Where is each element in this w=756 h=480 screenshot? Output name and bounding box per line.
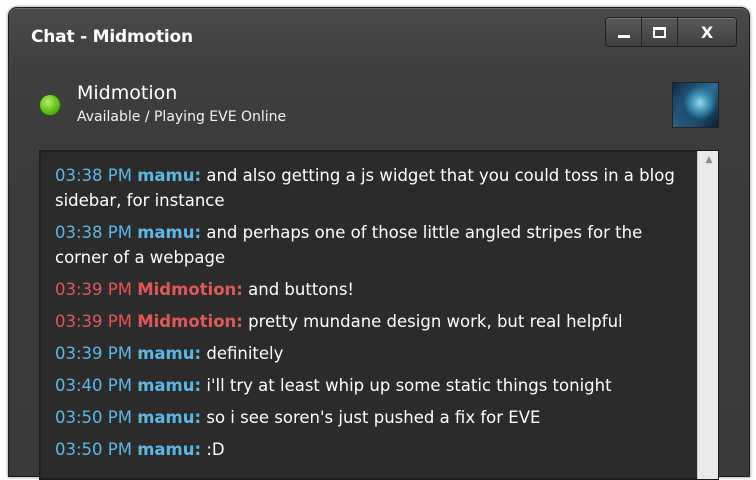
message-text: :D (206, 440, 225, 459)
scroll-up-arrow-icon[interactable]: ▲ (698, 151, 718, 169)
message-timestamp: 03:39 PM (55, 312, 132, 331)
chat-message: 03:50 PM mamu: so i see soren's just pus… (55, 405, 685, 430)
message-text: so i see soren's just pushed a fix for E… (206, 408, 541, 427)
message-timestamp: 03:50 PM (55, 440, 132, 459)
message-sender: mamu: (137, 440, 202, 459)
minimize-button[interactable] (606, 18, 642, 46)
window-title: Chat - Midmotion (31, 27, 193, 47)
chat-message: 03:39 PM Midmotion: pretty mundane desig… (55, 309, 685, 334)
message-sender: Midmotion: (137, 280, 243, 299)
contact-header: Midmotion Available / Playing EVE Online (9, 68, 749, 138)
message-sender: mamu: (137, 166, 202, 185)
message-timestamp: 03:40 PM (55, 376, 132, 395)
window-controls: X (605, 17, 737, 47)
message-sender: mamu: (137, 223, 202, 242)
scrollbar[interactable]: ▲ (697, 151, 718, 479)
message-sender: mamu: (137, 344, 202, 363)
minimize-icon (617, 35, 630, 38)
chat-window: Chat - Midmotion X Midmotion Available /… (8, 7, 750, 480)
chat-message: 03:40 PM mamu: i'll try at least whip up… (55, 373, 685, 398)
close-button[interactable]: X (678, 18, 736, 46)
message-list: 03:38 PM mamu: and also getting a js wid… (55, 163, 685, 469)
message-timestamp: 03:39 PM (55, 344, 132, 363)
message-text: i'll try at least whip up some static th… (206, 376, 612, 395)
message-sender: Midmotion: (137, 312, 243, 331)
close-icon: X (700, 22, 714, 42)
chat-message: 03:50 PM mamu: :D (55, 437, 685, 462)
chat-message: 03:39 PM Midmotion: and buttons! (55, 277, 685, 302)
message-sender: mamu: (137, 408, 202, 427)
message-timestamp: 03:38 PM (55, 223, 132, 242)
contact-status: Available / Playing EVE Online (77, 109, 287, 125)
chat-message: 03:39 PM mamu: definitely (55, 341, 685, 366)
maximize-icon (653, 26, 666, 38)
message-timestamp: 03:50 PM (55, 408, 132, 427)
chat-message: 03:38 PM mamu: and also getting a js wid… (55, 163, 685, 213)
chat-log[interactable]: 03:38 PM mamu: and also getting a js wid… (39, 150, 719, 480)
maximize-button[interactable] (642, 18, 678, 46)
message-sender: mamu: (137, 376, 202, 395)
contact-name: Midmotion (77, 82, 178, 104)
message-text: definitely (206, 344, 284, 363)
presence-indicator (39, 94, 61, 116)
message-timestamp: 03:38 PM (55, 166, 132, 185)
title-bar[interactable]: Chat - Midmotion X (9, 8, 749, 58)
avatar[interactable] (672, 82, 719, 128)
message-text: pretty mundane design work, but real hel… (248, 312, 623, 331)
message-timestamp: 03:39 PM (55, 280, 132, 299)
message-text: and buttons! (248, 280, 355, 299)
chat-message: 03:38 PM mamu: and perhaps one of those … (55, 220, 685, 270)
